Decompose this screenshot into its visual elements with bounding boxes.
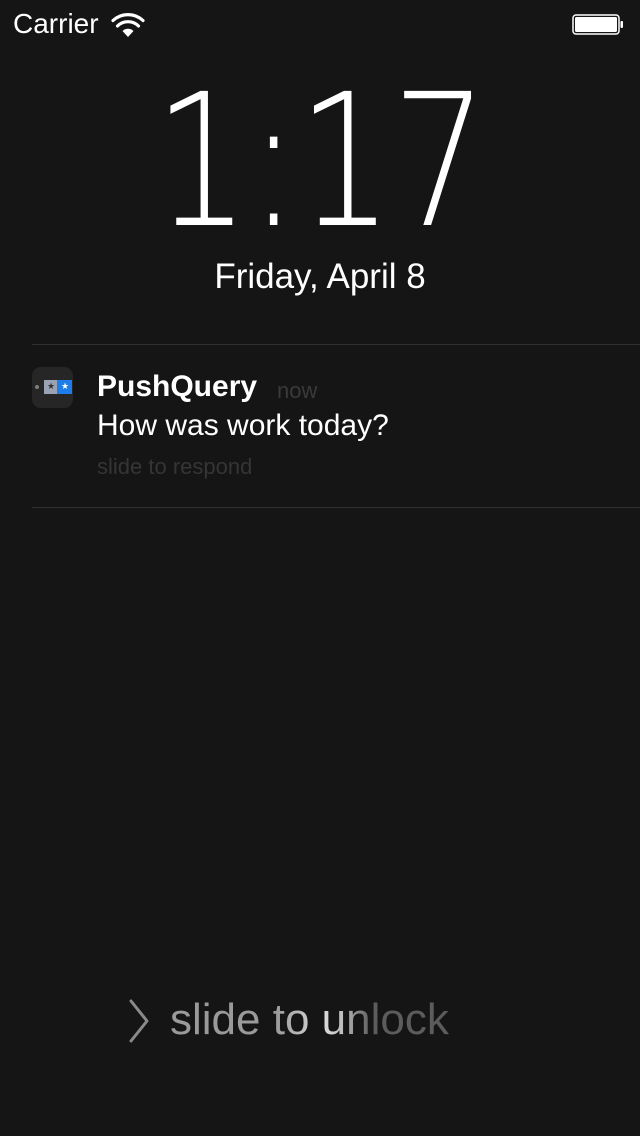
- notification-card[interactable]: ★ ★ PushQuery now How was work today? sl…: [32, 345, 640, 507]
- carrier-label: Carrier: [13, 8, 99, 39]
- notification-app-name: PushQuery: [97, 370, 258, 403]
- pushquery-app-icon: ★ ★: [32, 367, 73, 408]
- notification-message: How was work today?: [97, 409, 389, 442]
- battery-full-icon: [572, 14, 623, 35]
- slide-to-unlock-slider[interactable]: slide to unlock: [120, 990, 520, 1050]
- slide-to-unlock-label: slide to unlock: [170, 995, 449, 1044]
- notification-divider-bottom: [32, 507, 640, 508]
- lock-screen-date: Friday, April 8: [214, 257, 426, 296]
- chevron-right-icon[interactable]: [128, 998, 150, 1044]
- lock-screen-time: 1:17: [153, 55, 488, 269]
- slide-to-respond-hint[interactable]: slide to respond: [97, 453, 252, 481]
- notification-timestamp: now: [277, 378, 318, 403]
- wifi-icon: [111, 13, 145, 37]
- status-bar: Carrier: [0, 0, 640, 48]
